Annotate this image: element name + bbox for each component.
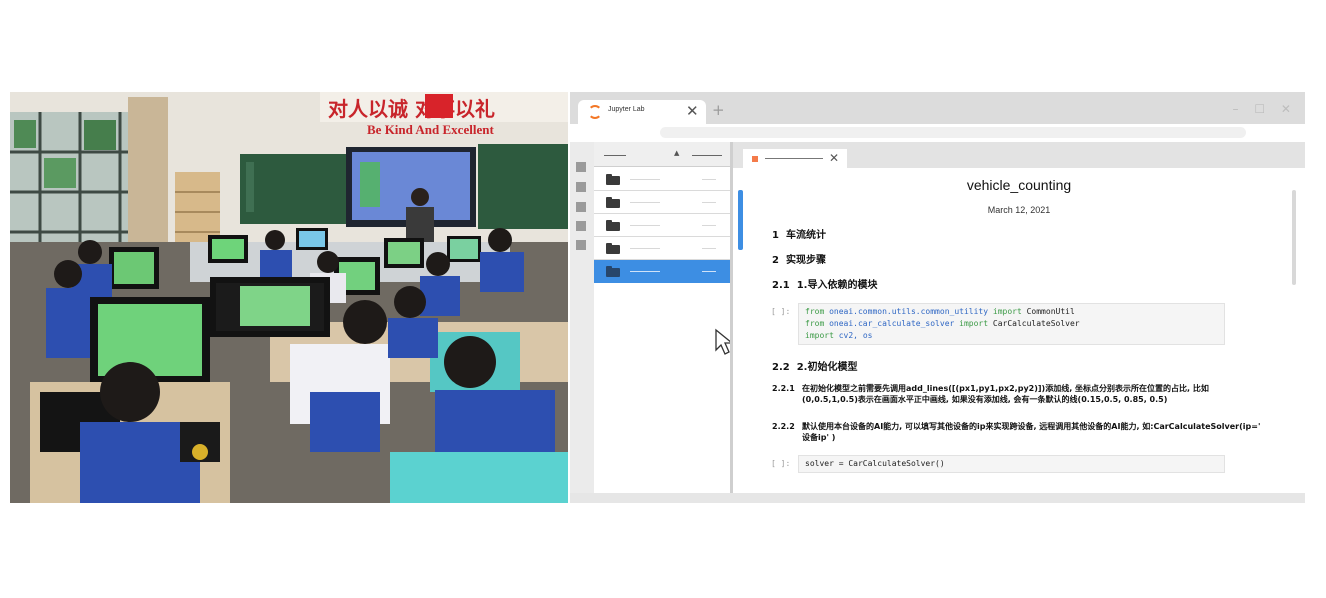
folder-icon [606, 266, 620, 277]
browser-window: Jupyter Lab ✕ + – ☐ ✕ ▲ ✕ vehicle_counti… [570, 92, 1305, 503]
main-panel: ✕ vehicle_counting March 12, 2021 1 车流统计 … [733, 142, 1305, 503]
browser-tab[interactable]: Jupyter Lab ✕ [578, 100, 706, 124]
active-cell-indicator [738, 190, 743, 250]
slogan-text: Be Kind And Excellent [367, 122, 494, 137]
code-cell-solver[interactable]: solver = CarCalculateSolver() [798, 455, 1225, 473]
tab-strip: Jupyter Lab ✕ + – ☐ ✕ [570, 92, 1305, 124]
tab-title: Jupyter Lab [608, 106, 645, 113]
file-row[interactable] [594, 168, 730, 191]
activity-bar [570, 142, 594, 503]
window-controls[interactable]: – ☐ ✕ [1233, 101, 1297, 117]
address-bar[interactable] [660, 127, 1246, 138]
classroom-illustration: 对人以诚 对事以礼 Be Kind And Excellent [10, 92, 568, 503]
heading-1: 1 车流统计 [772, 230, 826, 241]
tabs-tab-icon[interactable] [576, 240, 586, 250]
notebook: vehicle_counting March 12, 2021 1 车流统计 2实… [733, 168, 1305, 494]
markdown-2-2-2: 2.2.2 默认使用本台设备的AI能力, 可以填写其他设备的ip来实现跨设备, … [772, 422, 1261, 442]
jupyter-logo-icon [588, 105, 602, 119]
new-tab-icon[interactable]: + [712, 100, 725, 120]
file-row[interactable] [594, 237, 730, 260]
banner-text: 对人以诚 对事以礼 [328, 97, 495, 121]
file-browser-header[interactable]: ▲ [594, 142, 730, 167]
notebook-icon [752, 156, 758, 162]
folder-icon [606, 197, 620, 208]
notebook-date: March 12, 2021 [987, 205, 1051, 215]
property-tab-icon[interactable] [576, 221, 586, 231]
sort-arrow-icon[interactable]: ▲ [674, 149, 679, 157]
file-row-selected[interactable] [594, 260, 730, 283]
composite-image: 对人以诚 对事以礼 Be Kind And Excellent Jupyter … [0, 0, 1326, 598]
heading-2: 2 实现步骤 [772, 255, 826, 266]
notebook-title: vehicle_counting [966, 177, 1072, 193]
folder-icon [606, 174, 620, 185]
running-tab-icon[interactable] [576, 182, 586, 192]
modified-column-header[interactable] [692, 155, 722, 156]
markdown-2-2-1: 2.2.1 在初始化模型之前需要先调用add_lines([(px1,py1,p… [772, 384, 1209, 404]
folder-tab-icon[interactable] [576, 162, 586, 172]
classroom-photo: 对人以诚 对事以礼 Be Kind And Excellent [10, 92, 568, 503]
status-bar [570, 493, 1305, 503]
file-row[interactable] [594, 214, 730, 237]
folder-icon [606, 243, 620, 254]
commands-tab-icon[interactable] [576, 202, 586, 212]
code-cell-imports[interactable]: from oneai.common.utils.common_utility i… [798, 303, 1225, 345]
heading-2-2: 2.2 2.初始化模型 [772, 362, 858, 373]
notebook-tab[interactable]: ✕ [743, 149, 847, 168]
toolbar [570, 124, 1305, 142]
cell-prompt: [ ]: [771, 459, 791, 468]
name-column-header[interactable] [604, 155, 626, 156]
file-row[interactable] [594, 191, 730, 214]
heading-2-1: 2.1 1.导入依赖的模块 [772, 280, 878, 291]
folder-icon [606, 220, 620, 231]
file-browser: ▲ [594, 142, 734, 494]
cell-prompt: [ ]: [771, 307, 791, 316]
close-icon[interactable]: ✕ [686, 101, 699, 121]
close-icon[interactable]: ✕ [829, 150, 839, 166]
